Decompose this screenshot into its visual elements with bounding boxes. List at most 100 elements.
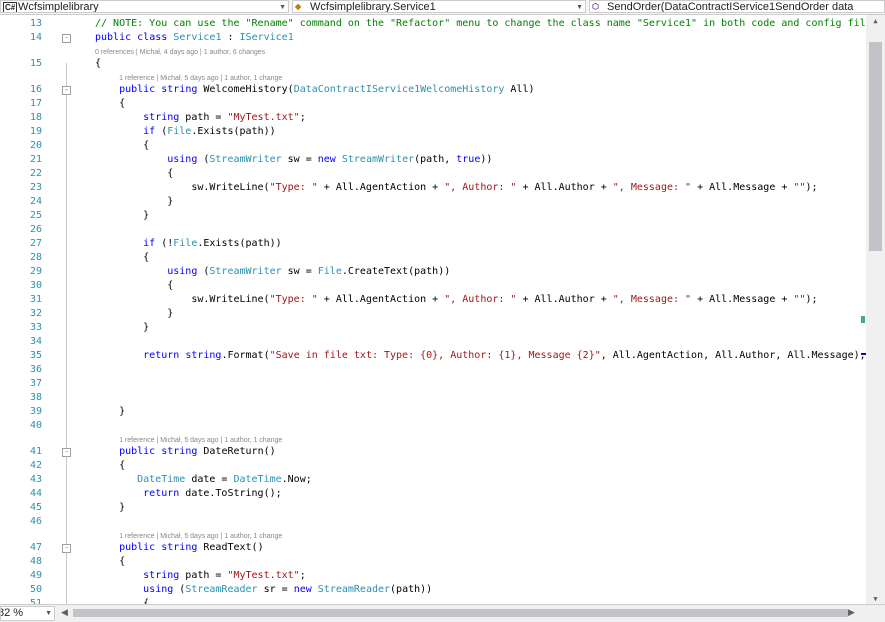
line-number: 18 <box>29 112 42 123</box>
code-line[interactable]: 34 <box>0 335 866 349</box>
line-number: 32 <box>29 308 42 319</box>
code-token: new <box>317 154 336 165</box>
zoom-value: 82 % <box>0 607 24 619</box>
code-token: ( <box>197 266 210 277</box>
code-line[interactable]: 48 { <box>0 555 866 569</box>
horizontal-scroll-thumb[interactable] <box>73 609 848 617</box>
project-dropdown[interactable]: C# Wcfsimplelibrary ▼ <box>0 0 289 13</box>
code-text: string path = "MyTest.txt"; <box>143 111 306 125</box>
code-token: DateTime <box>233 474 282 485</box>
collapse-toggle-icon[interactable]: - <box>62 544 71 553</box>
line-number: 40 <box>29 420 42 431</box>
line-number: 46 <box>29 516 42 527</box>
line-number: 31 <box>29 294 42 305</box>
code-token: { <box>95 58 102 69</box>
code-token: } <box>167 308 174 319</box>
code-line[interactable]: 24} <box>0 195 866 209</box>
scroll-up-arrow-icon[interactable]: ▲ <box>866 17 885 25</box>
code-token: "MyTest.txt" <box>227 570 300 581</box>
code-line[interactable]: 32} <box>0 307 866 321</box>
code-line[interactable]: 37 <box>0 377 866 391</box>
vertical-scroll-thumb[interactable] <box>869 42 882 251</box>
code-line[interactable]: 22 { <box>0 167 866 181</box>
code-line[interactable]: 14 - public class Service1 : IService1 <box>0 31 866 45</box>
code-line[interactable]: 30 { <box>0 279 866 293</box>
code-line[interactable]: 17 { <box>0 97 866 111</box>
code-line[interactable]: 25} <box>0 209 866 223</box>
code-token: + All.AgentAction + <box>317 182 445 193</box>
code-line[interactable]: 26 <box>0 223 866 237</box>
vertical-scrollbar[interactable]: ▲ ▼ <box>866 15 885 604</box>
scroll-down-arrow-icon[interactable]: ▼ <box>866 595 885 603</box>
code-line[interactable]: 19 if (File.Exists(path)) <box>0 125 866 139</box>
code-token: File <box>173 238 198 249</box>
zoom-dropdown[interactable]: 82 % ▼ <box>0 606 55 621</box>
line-number: 26 <box>29 224 42 235</box>
code-line[interactable]: 47 - public string ReadText() <box>0 541 866 555</box>
csharp-project-icon: C# <box>3 2 18 12</box>
code-line[interactable]: 28 { <box>0 251 866 265</box>
code-line[interactable]: 21 using (StreamWriter sw = new StreamWri… <box>0 153 866 167</box>
code-line[interactable]: 15 { <box>0 57 866 71</box>
code-line[interactable]: 46 <box>0 515 866 529</box>
code-token: public <box>119 446 156 457</box>
code-token: { <box>167 168 174 179</box>
code-token: new <box>293 584 312 595</box>
code-text: } <box>143 321 149 335</box>
code-line[interactable]: 42 { <box>0 459 866 473</box>
line-number: 27 <box>29 238 42 249</box>
code-line[interactable]: 27 if (!File.Exists(path)) <box>0 237 866 251</box>
chevron-down-icon: ▼ <box>45 610 52 617</box>
code-line[interactable]: 39} <box>0 405 866 419</box>
code-text: using (StreamWriter sw = File.CreateText… <box>167 265 450 279</box>
code-token: + All.Message + <box>691 294 794 305</box>
code-line[interactable]: 43 DateTime date = DateTime.Now; <box>0 473 866 487</box>
code-token: ( <box>155 126 168 137</box>
line-number: 33 <box>29 322 42 333</box>
code-line[interactable]: 16 - public string WelcomeHistory(DataCont… <box>0 83 866 97</box>
code-token: string <box>143 112 180 123</box>
code-token: "MyTest.txt" <box>227 112 300 123</box>
code-line[interactable]: 29 using (StreamWriter sw = File.CreateTe… <box>0 265 866 279</box>
collapse-toggle-icon[interactable]: - <box>62 34 71 43</box>
code-line[interactable]: 49 string path = "MyTest.txt"; <box>0 569 866 583</box>
code-line[interactable]: 18 string path = "MyTest.txt"; <box>0 111 866 125</box>
code-text: public string ReadText() <box>119 541 264 555</box>
code-line[interactable]: 40 <box>0 419 866 433</box>
code-token: class <box>137 32 168 43</box>
code-line[interactable]: 38 <box>0 391 866 405</box>
code-token: { <box>119 556 126 567</box>
scroll-right-arrow-icon[interactable]: ▶ <box>848 607 855 618</box>
code-line[interactable]: 20 { <box>0 139 866 153</box>
scroll-left-arrow-icon[interactable]: ◀ <box>61 607 68 618</box>
code-token: } <box>143 210 150 221</box>
code-token: date.ToString(); <box>179 488 282 499</box>
code-token: StreamWriter <box>209 266 282 277</box>
collapse-toggle-icon[interactable]: - <box>62 86 71 95</box>
member-dropdown-label: SendOrder(DataContractIService1SendOrder… <box>607 1 854 13</box>
code-token: , All.AgentAction, All.Author, All.Messa… <box>600 350 866 361</box>
code-token: sw.WriteLine( <box>191 182 270 193</box>
code-token: .Format( <box>221 350 270 361</box>
code-line[interactable]: 45} <box>0 501 866 515</box>
code-line[interactable]: 35 return string.Format("Save in file txt… <box>0 349 866 363</box>
code-line[interactable]: 44 return date.ToString(); <box>0 487 866 501</box>
line-number: 45 <box>29 502 42 513</box>
code-line[interactable]: 51 { <box>0 597 866 604</box>
code-line[interactable]: 33} <box>0 321 866 335</box>
member-dropdown[interactable]: ⬡ SendOrder(DataContractIService1SendOrd… <box>589 0 885 13</box>
code-text: } <box>143 209 149 223</box>
line-number: 47 <box>29 542 42 553</box>
code-line[interactable]: 41 - public string DateReturn() <box>0 445 866 459</box>
code-line[interactable]: 23 sw.WriteLine("Type: " + All.AgentActio… <box>0 181 866 195</box>
code-line[interactable]: 13 // NOTE: You can use the "Rename" comm… <box>0 17 866 31</box>
line-number: 43 <box>29 474 42 485</box>
code-line[interactable]: 50 using (StreamReader sr = new StreamRea… <box>0 583 866 597</box>
collapse-toggle-icon[interactable]: - <box>62 448 71 457</box>
line-number: 38 <box>29 392 42 403</box>
code-line[interactable]: 31 sw.WriteLine("Type: " + All.AgentActio… <box>0 293 866 307</box>
line-number: 21 <box>29 154 42 165</box>
code-editor[interactable]: 13 // NOTE: You can use the "Rename" comm… <box>0 15 866 604</box>
code-line[interactable]: 36 <box>0 363 866 377</box>
class-dropdown[interactable]: ◆ Wcfsimplelibrary.Service1 ▼ <box>292 0 586 13</box>
